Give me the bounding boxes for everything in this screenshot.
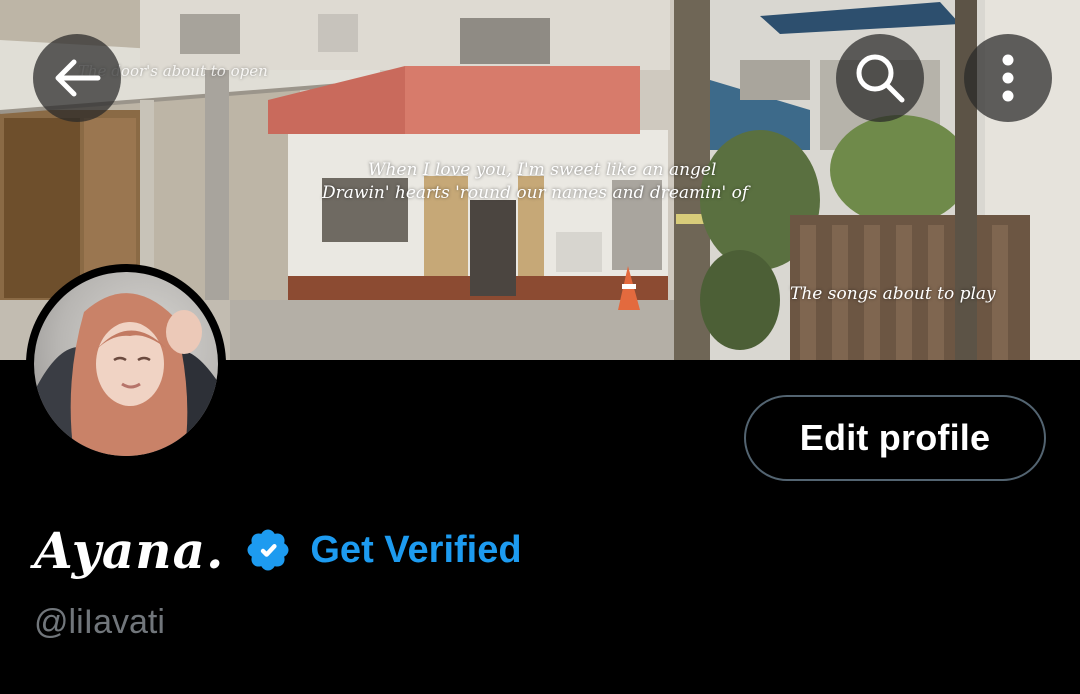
get-verified-link[interactable]: Get Verified <box>310 529 521 572</box>
banner-lyric-4: The songs about to play <box>790 284 996 304</box>
edit-profile-button[interactable]: Edit profile <box>744 395 1046 481</box>
more-options-button[interactable] <box>964 34 1052 122</box>
back-arrow-icon <box>55 59 101 97</box>
avatar-photo <box>34 272 218 456</box>
profile-name-row: Ayana. Get Verified <box>34 515 522 585</box>
back-button[interactable] <box>33 34 121 122</box>
banner-lyric-2: When I love you, I'm sweet like an angel <box>368 160 717 180</box>
display-name: Ayana. <box>34 520 225 580</box>
more-vertical-icon <box>1002 54 1014 102</box>
verified-badge-icon[interactable] <box>244 526 292 574</box>
avatar[interactable] <box>26 264 226 464</box>
search-button[interactable] <box>836 34 924 122</box>
banner-lyric-3: Drawin' hearts 'round our names and drea… <box>322 183 749 203</box>
search-icon <box>856 54 905 103</box>
avatar-portrait <box>34 293 218 456</box>
profile-handle: @liIavati <box>34 603 165 641</box>
